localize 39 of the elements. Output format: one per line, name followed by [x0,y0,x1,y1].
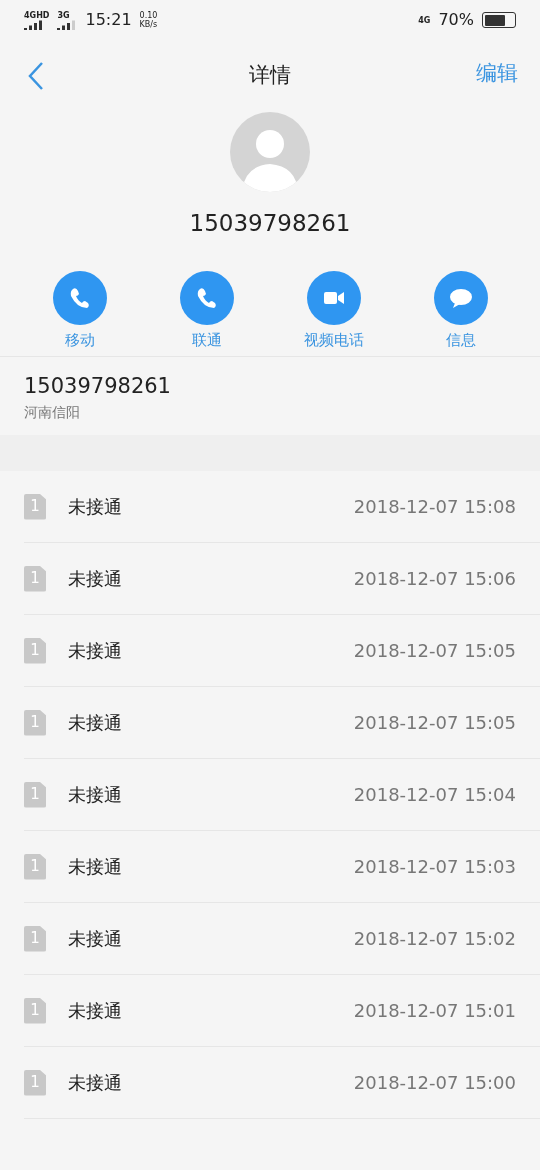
call-status: 未接通 [68,855,122,879]
call-status: 未接通 [68,711,122,735]
call-status: 未接通 [68,999,122,1023]
phone-number: 15039798261 [24,372,172,400]
call-time: 2018-12-07 15:05 [353,711,516,735]
signal-icon [24,19,44,30]
action-button[interactable]: 联通 [151,270,262,356]
call-time: 2018-12-07 15:03 [353,855,516,879]
network-label: 4G [418,15,431,25]
action-button[interactable]: 视频电话 [278,270,389,356]
contact-number: 15039798261 [189,209,351,238]
number-location: 河南信阳 [24,403,81,422]
call-status: 未接通 [68,927,122,951]
network-hd-label: HD [36,10,50,20]
battery-icon [482,12,516,28]
call-time: 2018-12-07 15:06 [353,567,516,591]
signal-icon [57,19,78,30]
network-label: 4G [24,10,37,20]
status-time: 15:21 [85,9,132,31]
speed-unit: KB/s [139,20,158,29]
network-label: 3G [57,10,70,20]
call-status: 未接通 [68,567,122,591]
action-button[interactable]: 移动 [24,270,135,356]
call-time: 2018-12-07 15:05 [353,639,516,663]
call-status: 未接通 [68,495,122,519]
call-time: 2018-12-07 15:00 [353,1071,516,1095]
call-time: 2018-12-07 15:01 [353,999,516,1023]
action-button[interactable]: 信息 [405,270,516,356]
call-status: 未接通 [68,639,122,663]
page-title: 详情 [249,62,291,90]
call-time: 2018-12-07 15:02 [353,927,516,951]
call-status: 未接通 [68,783,122,807]
call-time: 2018-12-07 15:08 [353,495,516,519]
call-time: 2018-12-07 15:04 [353,783,516,807]
network-speed: 0.10 [139,11,158,20]
edit-button[interactable]: 编辑 [476,58,518,90]
battery-percent: 70% [438,9,474,31]
call-status: 未接通 [68,1071,122,1095]
back-icon [28,61,44,91]
